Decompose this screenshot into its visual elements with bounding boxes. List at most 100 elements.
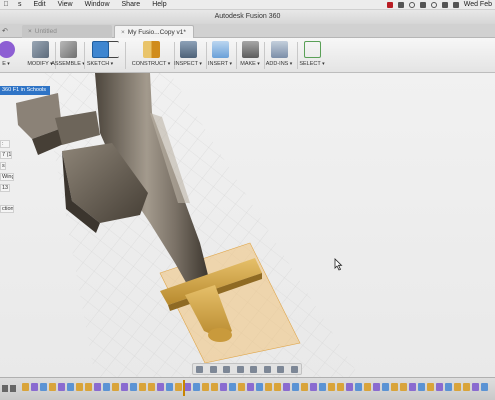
timeline-feature-icon[interactable] (319, 383, 326, 391)
zoom-icon[interactable] (236, 365, 244, 373)
browser-item[interactable]: s (0, 162, 6, 170)
timeline-feature-icon[interactable] (409, 383, 416, 391)
timeline-feature-icon[interactable] (382, 383, 389, 391)
timeline-feature-icon[interactable] (139, 383, 146, 391)
sketch-line-button[interactable] (105, 41, 121, 71)
timeline-feature-icon[interactable] (157, 383, 164, 391)
timeline-feature-icon[interactable] (103, 383, 110, 391)
orbit-icon[interactable] (196, 365, 204, 373)
timeline-feature-icon[interactable] (85, 383, 92, 391)
timeline-feature-icon[interactable] (337, 383, 344, 391)
timeline-feature-icon[interactable] (49, 383, 56, 391)
timeline-feature-icon[interactable] (229, 383, 236, 391)
apple-menu-icon[interactable]:  (0, 1, 12, 8)
timeline-feature-icon[interactable] (274, 383, 281, 391)
browser-item[interactable]: 13 (0, 184, 10, 192)
document-tab-row: ↶ × Untitled × My Fusio...Copy v1* (0, 24, 495, 38)
browser-panel: 360 F1 in Schools : 7 (1) s Wing 13 ctio… (0, 76, 52, 226)
timeline-feature-icon[interactable] (418, 383, 425, 391)
viewports-icon[interactable] (290, 365, 298, 373)
timeline-feature-icon[interactable] (175, 383, 182, 391)
timeline-feature-icon[interactable] (256, 383, 263, 391)
timeline-feature-icon[interactable] (328, 383, 335, 391)
timeline-feature-icon[interactable] (247, 383, 254, 391)
timeline-feature-icon[interactable] (22, 383, 29, 391)
menu-window[interactable]: Window (79, 1, 116, 8)
timeline-feature-icon[interactable] (220, 383, 227, 391)
timeline-feature-icon[interactable] (400, 383, 407, 391)
menu-help[interactable]: Help (146, 1, 172, 8)
menu-app[interactable]: s (12, 1, 28, 8)
timeline-feature-icon[interactable] (76, 383, 83, 391)
display-settings-icon[interactable] (263, 365, 271, 373)
menu-edit[interactable]: Edit (28, 1, 52, 8)
timeline-feature-icon[interactable] (265, 383, 272, 391)
timeline-feature-icon[interactable] (67, 383, 74, 391)
timeline-feature-icon[interactable] (301, 383, 308, 391)
timeline-feature-icon[interactable] (121, 383, 128, 391)
insert-image-icon (211, 41, 229, 58)
timeline-feature-icon[interactable] (238, 383, 245, 391)
browser-item[interactable]: ction (0, 205, 14, 213)
battery-icon[interactable] (452, 1, 459, 8)
timeline-feature-icon[interactable] (364, 383, 371, 391)
timeline-feature-icon[interactable] (463, 383, 470, 391)
timeline-feature-icon[interactable] (184, 383, 191, 391)
select-menu-button[interactable]: SELECT (292, 41, 332, 71)
menu-view[interactable]: View (52, 1, 79, 8)
canvas-viewport[interactable] (0, 73, 495, 377)
timeline-feature-icon[interactable] (346, 383, 353, 391)
recording-icon[interactable] (386, 1, 393, 8)
undo-icon[interactable]: ↶ (2, 27, 8, 35)
timeline-feature-icon[interactable] (445, 383, 452, 391)
timeline-feature-icon[interactable] (112, 383, 119, 391)
3d-print-icon (241, 41, 259, 58)
tab-close-icon[interactable]: × (28, 25, 32, 38)
timeline-feature-icon[interactable] (481, 383, 488, 391)
timeline-feature-icon[interactable] (436, 383, 443, 391)
timeline-feature-icon[interactable] (373, 383, 380, 391)
grid-settings-icon[interactable] (277, 365, 285, 373)
volume-icon[interactable] (441, 1, 448, 8)
construct-menu-button[interactable]: CONSTRUCT (130, 41, 172, 71)
timeline-feature-icon[interactable] (31, 383, 38, 391)
timeline-feature-icon[interactable] (355, 383, 362, 391)
timeline-feature-icon[interactable] (193, 383, 200, 391)
time-machine-icon[interactable] (408, 1, 415, 8)
sketch-line-icon (107, 41, 119, 58)
browser-root-node[interactable]: 360 F1 in Schools (0, 86, 50, 95)
window-title: Autodesk Fusion 360 (214, 13, 281, 20)
browser-item[interactable]: : (0, 140, 10, 148)
timeline-feature-icon[interactable] (148, 383, 155, 391)
menu-share[interactable]: Share (116, 1, 147, 8)
quick-access: ↶ (2, 27, 8, 35)
timeline-feature-icon[interactable] (58, 383, 65, 391)
timeline-feature-icon[interactable] (94, 383, 101, 391)
macos-menu-bar:  s Edit View Window Share Help Wed Feb (0, 0, 495, 10)
timeline-feature-icon[interactable] (130, 383, 137, 391)
pan-icon[interactable] (223, 365, 231, 373)
nose-tip (208, 328, 232, 342)
timeline-feature-icon[interactable] (166, 383, 173, 391)
timeline-feature-icon[interactable] (283, 383, 290, 391)
look-at-icon[interactable] (209, 365, 217, 373)
timeline-feature-icon[interactable] (427, 383, 434, 391)
timeline-feature-icon[interactable] (211, 383, 218, 391)
timeline-feature-icon[interactable] (472, 383, 479, 391)
timeline-feature-icon[interactable] (202, 383, 209, 391)
timeline-marker[interactable] (183, 380, 185, 396)
menubar-clock[interactable]: Wed Feb (464, 1, 492, 8)
browser-item[interactable]: Wing (0, 173, 14, 181)
fit-icon[interactable] (250, 365, 258, 373)
wifi-icon[interactable] (430, 1, 437, 8)
status-app-icon[interactable] (397, 1, 404, 8)
tab-my-fusion-copy[interactable]: × My Fusio...Copy v1* (114, 25, 194, 38)
browser-item[interactable]: 7 (1) (0, 151, 12, 159)
timeline-feature-icon[interactable] (292, 383, 299, 391)
bluetooth-icon[interactable] (419, 1, 426, 8)
timeline-feature-icon[interactable] (310, 383, 317, 391)
timeline-feature-icon[interactable] (454, 383, 461, 391)
tab-untitled[interactable]: × Untitled (22, 25, 112, 38)
timeline-feature-icon[interactable] (40, 383, 47, 391)
timeline-feature-icon[interactable] (391, 383, 398, 391)
